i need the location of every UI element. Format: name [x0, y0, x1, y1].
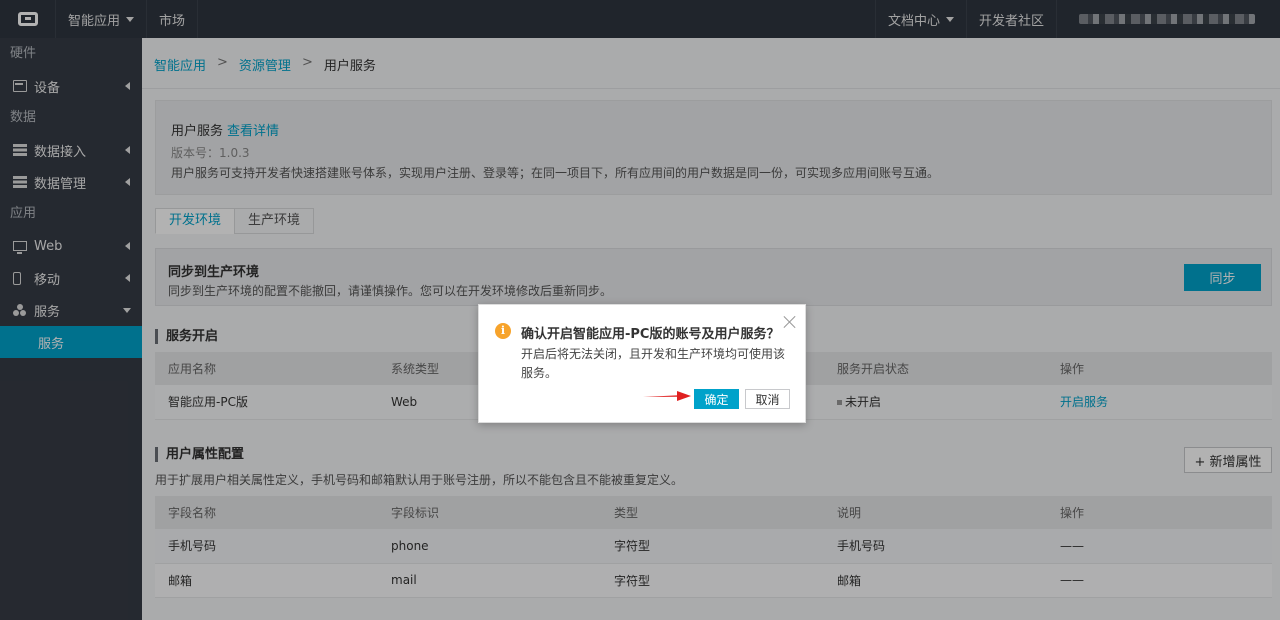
annotation-arrow-icon: [643, 391, 691, 401]
confirm-dialog: i 确认开启智能应用-PC版的账号及用户服务？ 开启后将无法关闭，且开发和生产环…: [478, 304, 806, 423]
confirm-button[interactable]: 确定: [694, 389, 739, 409]
close-icon[interactable]: [783, 315, 797, 329]
dialog-body: 开启后将无法关闭，且开发和生产环境均可使用该服务。: [521, 347, 786, 380]
dialog-title: 确认开启智能应用-PC版的账号及用户服务？: [521, 327, 780, 342]
cancel-button[interactable]: 取消: [745, 389, 790, 409]
warning-icon: i: [495, 323, 511, 339]
